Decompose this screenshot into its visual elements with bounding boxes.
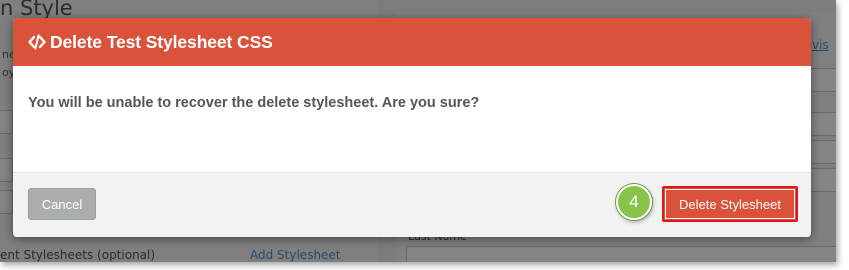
background-section-label: ent Stylesheets (optional)	[0, 248, 156, 262]
background-add-stylesheet-link: Add Stylesheet	[250, 248, 341, 262]
background-input	[0, 190, 13, 214]
background-input	[808, 168, 836, 192]
delete-stylesheet-modal: Delete Test Stylesheet CSS You will be u…	[13, 18, 811, 237]
delete-stylesheet-button[interactable]: Delete Stylesheet	[662, 186, 798, 222]
cancel-button[interactable]: Cancel	[28, 188, 96, 220]
background-link: vis	[812, 38, 829, 52]
background-lastname-input	[406, 246, 836, 262]
code-icon	[28, 34, 46, 50]
modal-footer: Cancel 4 Delete Stylesheet	[13, 172, 811, 237]
modal-body: You will be unable to recover the delete…	[13, 66, 811, 172]
step-number-badge: 4	[616, 184, 652, 220]
background-input	[0, 110, 13, 134]
background-heading: n Style	[0, 0, 73, 20]
background-input	[808, 112, 836, 136]
background-input	[808, 140, 836, 164]
modal-header: Delete Test Stylesheet CSS	[13, 18, 811, 66]
background-input	[808, 68, 836, 92]
modal-title: Delete Test Stylesheet CSS	[50, 31, 273, 52]
background-input	[0, 158, 13, 182]
confirmation-message: You will be unable to recover the delete…	[28, 95, 480, 111]
